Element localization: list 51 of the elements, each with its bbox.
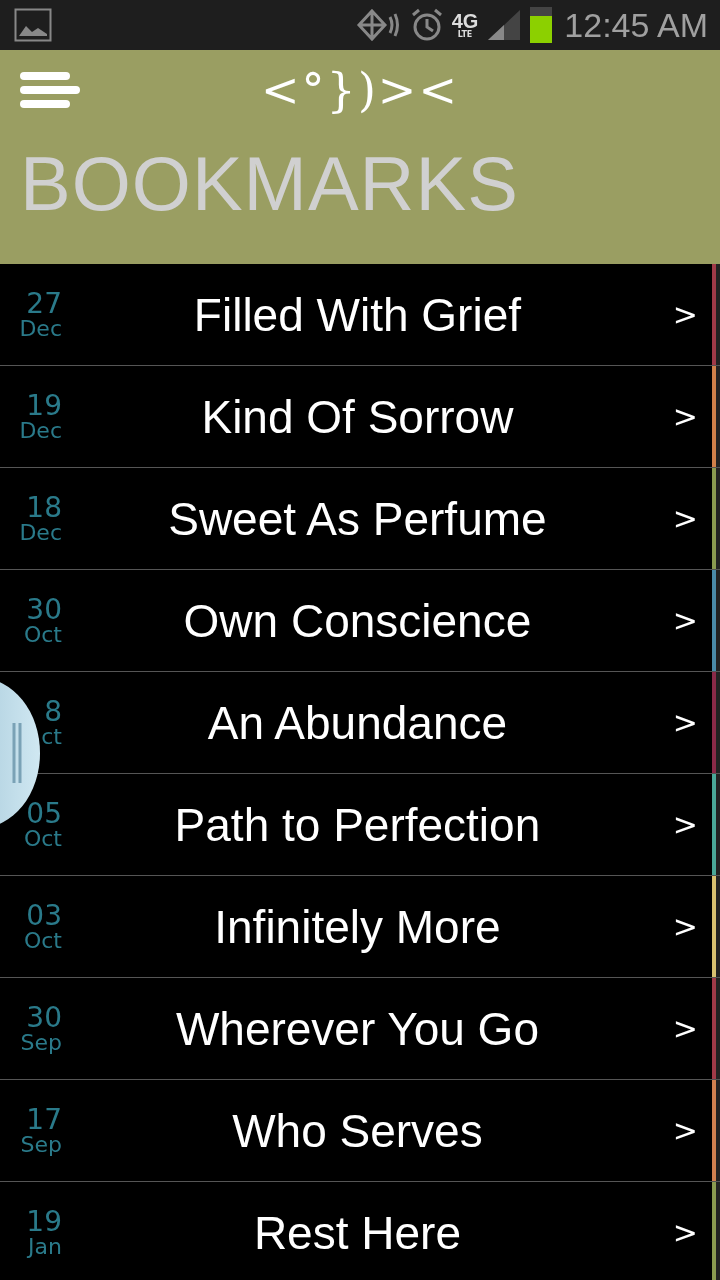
- chevron: >: [672, 603, 698, 638]
- bookmark-day: 30: [26, 595, 62, 624]
- signal-icon: [486, 8, 523, 42]
- bookmark-day: 30: [26, 1003, 62, 1032]
- picture-icon: [14, 8, 52, 42]
- app-logo: <°})><: [261, 63, 459, 117]
- clock: 12:45 AM: [564, 5, 708, 45]
- chevron: >: [672, 399, 698, 434]
- alarm-icon: [409, 7, 444, 43]
- chevron: >: [672, 705, 698, 740]
- bookmark-day: 18: [26, 493, 62, 522]
- chevron: >: [672, 807, 698, 842]
- network-type: 4G: [451, 11, 479, 31]
- bookmark-title[interactable]: Path to Perfection: [62, 797, 673, 852]
- bookmark-title[interactable]: Own Conscience: [62, 593, 673, 648]
- chevron: >: [672, 1215, 698, 1250]
- bookmark-month: Dec: [19, 521, 62, 544]
- bookmark-title[interactable]: Who Serves: [62, 1103, 673, 1158]
- bookmark-title[interactable]: Infinitely More: [62, 899, 673, 954]
- bookmark-day: 17: [26, 1105, 62, 1134]
- bookmark-month: Oct: [23, 929, 62, 952]
- bookmark-title[interactable]: Wherever You Go: [62, 1001, 673, 1056]
- bookmark-title[interactable]: Filled With Grief: [62, 287, 673, 342]
- bookmark-title[interactable]: An Abundance: [62, 695, 673, 750]
- bookmark-day: 19: [26, 1207, 62, 1236]
- bookmark-day: 03: [26, 901, 62, 930]
- bookmark-day: 19: [26, 391, 62, 420]
- bookmark-month: ct: [41, 725, 62, 748]
- chevron: >: [672, 1113, 698, 1148]
- bookmark-month: Sep: [20, 1031, 62, 1054]
- bookmark-month: Sep: [20, 1133, 62, 1156]
- bookmark-month: Dec: [19, 317, 62, 340]
- chevron: >: [672, 297, 698, 332]
- bookmark-day: 27: [26, 289, 62, 318]
- page-title: BOOKMARKS: [19, 146, 520, 222]
- menu-icon[interactable]: [20, 70, 80, 110]
- bookmark-month: Oct: [23, 623, 62, 646]
- network-subtype: LTE: [457, 31, 473, 39]
- bookmark-title[interactable]: Rest Here: [62, 1205, 673, 1260]
- bookmark-title[interactable]: Kind Of Sorrow: [62, 389, 673, 444]
- bookmark-month: Dec: [19, 419, 62, 442]
- bookmark-month: Oct: [23, 827, 62, 850]
- chevron: >: [672, 909, 698, 944]
- nfc-icon: [355, 8, 402, 42]
- battery-icon: [530, 7, 553, 43]
- bookmark-month: Jan: [28, 1235, 62, 1258]
- chevron: >: [672, 1011, 698, 1046]
- bookmark-day: 05: [26, 799, 62, 828]
- bookmark-day: 8: [44, 697, 62, 726]
- chevron: >: [672, 501, 698, 536]
- bookmark-title[interactable]: Sweet As Perfume: [62, 491, 673, 546]
